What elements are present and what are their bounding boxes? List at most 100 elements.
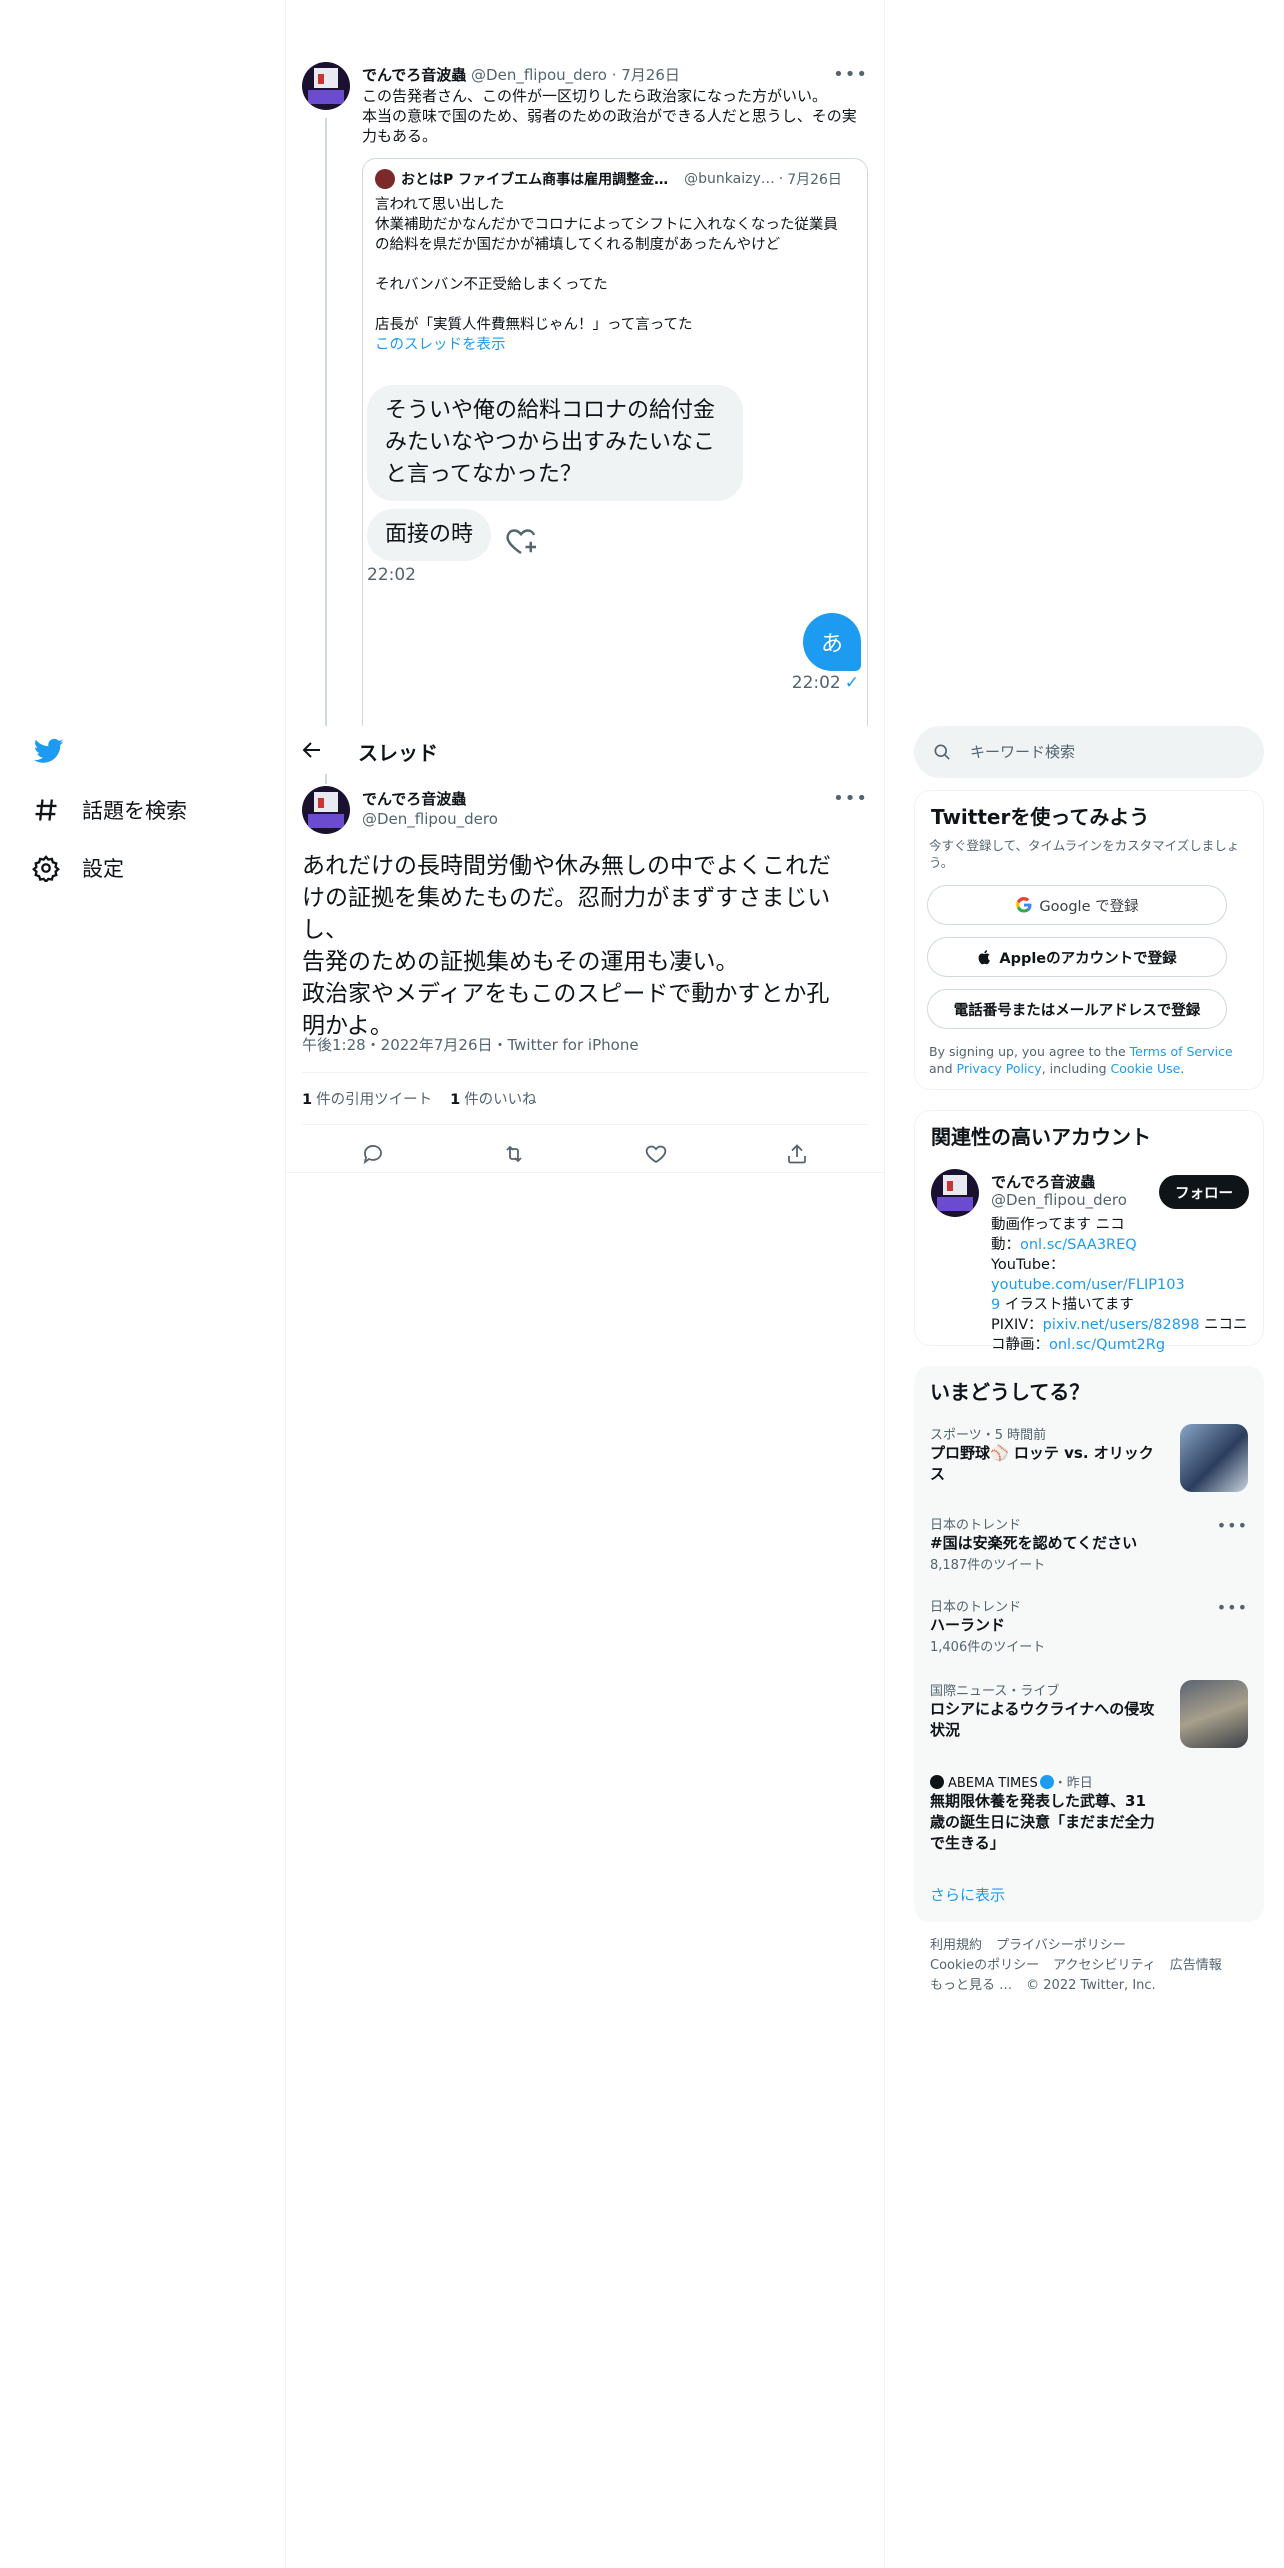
trend-source: ABEMA TIMES xyxy=(948,1776,1038,1791)
tweet-date[interactable]: 7月26日 xyxy=(621,66,680,84)
footer-link[interactable]: Cookieのポリシー xyxy=(930,1958,1039,1973)
separator-dot: · xyxy=(611,66,617,84)
likes-stat[interactable]: 1 件のいいね xyxy=(450,1088,537,1109)
retweet-icon[interactable] xyxy=(502,1142,526,1166)
separator-dot: · xyxy=(778,171,784,187)
phone-email-signup-label: 電話番号またはメールアドレスで登録 xyxy=(953,1002,1201,1019)
related-accounts-card: 関連性の高いアカウント でんでろ音波蟲 @Den_flipou_dero フォロ… xyxy=(914,1110,1264,1353)
avatar[interactable] xyxy=(931,1169,979,1217)
bio-text: ニコニ xyxy=(1199,1317,1248,1333)
related-title: 関連性の高いアカウント xyxy=(931,1125,1151,1149)
bio-link[interactable]: pixiv.net/users/82898 xyxy=(1043,1317,1200,1333)
terms-mid: , including xyxy=(1041,1061,1111,1076)
read-check-icon: ✓ xyxy=(844,673,859,693)
tweet-text-line: この告発者さん、この件が一区切りしたら政治家になった方がいい。 xyxy=(362,87,828,105)
trend-thumbnail xyxy=(1180,1680,1248,1748)
author-name[interactable]: でんでろ音波蟲 xyxy=(362,66,466,84)
tweet-text: あれだけの長時間労働や休み無しの中でよくこれだ けの証拠を集めたものだ。忍耐力が… xyxy=(302,850,868,1042)
thread-connector-line xyxy=(325,118,327,728)
bio-link[interactable]: onl.sc/SAA3REQ xyxy=(1020,1237,1137,1253)
trend-count: 1,406件のツイート xyxy=(930,1640,1046,1655)
bio-line: コ静画：onl.sc/Qumt2Rg xyxy=(991,1335,1251,1355)
tweet-meta[interactable]: 午後1:28・2022年7月26日・Twitter for iPhone xyxy=(302,1034,639,1055)
more-options-icon[interactable]: ••• xyxy=(1217,1598,1248,1617)
footer-link[interactable]: もっと見る … xyxy=(930,1978,1012,1993)
footer-row: Cookieのポリシー アクセシビリティ 広告情報 xyxy=(930,1956,1260,1976)
apple-icon xyxy=(978,950,991,965)
nav-settings[interactable]: 設定 xyxy=(32,848,124,888)
cookie-use-link[interactable]: Cookie Use xyxy=(1111,1061,1181,1076)
follow-button[interactable]: フォロー xyxy=(1159,1175,1249,1209)
author-handle[interactable]: @Den_flipou_dero xyxy=(471,66,607,84)
terms-of-service-link[interactable]: Terms of Service xyxy=(1130,1044,1233,1059)
more-options-icon[interactable]: ••• xyxy=(1217,1516,1248,1535)
footer-link[interactable]: 利用規約 xyxy=(930,1938,982,1953)
chat-bubble-sent: あ xyxy=(803,613,861,671)
google-signup-label: Google で登録 xyxy=(1039,898,1139,915)
author-handle[interactable]: @Den_flipou_dero xyxy=(362,810,498,828)
tweet-header: でんでろ音波蟲 @Den_flipou_dero · 7月26日 xyxy=(362,64,680,85)
bio-text: イラスト描いてます xyxy=(1000,1297,1134,1313)
thread-header: スレッド xyxy=(286,726,884,774)
heart-plus-icon xyxy=(506,529,536,555)
footer-link[interactable]: アクセシビリティ xyxy=(1053,1958,1156,1973)
more-options-icon[interactable]: ••• xyxy=(833,788,868,809)
footer-link[interactable]: プライバシーポリシー xyxy=(996,1938,1126,1953)
quoted-tweet-card[interactable]: おとはP ファイブエム商事は雇用調整金… @bunkaizy… · 7月26日 … xyxy=(362,158,868,728)
reply-icon[interactable] xyxy=(361,1142,385,1166)
divider xyxy=(302,1072,868,1073)
related-account-handle[interactable]: @Den_flipou_dero xyxy=(991,1191,1127,1209)
related-account-name[interactable]: でんでろ音波蟲 xyxy=(991,1171,1095,1192)
back-arrow-icon[interactable] xyxy=(300,738,324,762)
apple-signup-button[interactable]: Appleのアカウントで登録 xyxy=(927,937,1227,977)
quote-text-line xyxy=(375,255,861,275)
twitter-bird-icon[interactable] xyxy=(32,736,66,766)
author-name[interactable]: でんでろ音波蟲 xyxy=(362,788,466,809)
trend-title: ロシアによるウクライナへの侵攻状況 xyxy=(930,1700,1155,1739)
chat-bubble-received: 面接の時 xyxy=(367,509,492,561)
tweet-text-line: 政治家やメディアをもこのスピードで動かすとか孔 xyxy=(302,981,830,1007)
search-input[interactable] xyxy=(970,740,1240,764)
terms-end: . xyxy=(1180,1061,1185,1076)
google-signup-button[interactable]: Google で登録 xyxy=(927,885,1227,925)
privacy-policy-link[interactable]: Privacy Policy xyxy=(957,1061,1042,1076)
tweet-text-line: 本当の意味で国のため、弱者のための政治ができる人だと思うし、その実 xyxy=(362,107,857,125)
page-title: スレッド xyxy=(358,741,438,765)
quote-tweets-stat[interactable]: 1 件の引用ツイート xyxy=(302,1088,432,1109)
bio-line: 動：onl.sc/SAA3REQ xyxy=(991,1235,1251,1255)
trend-title: #国は安楽死を認めてください xyxy=(930,1534,1138,1552)
divider xyxy=(302,1124,868,1125)
show-more-link[interactable]: さらに表示 xyxy=(930,1884,1005,1905)
tweet-actions xyxy=(302,1134,868,1174)
like-icon[interactable] xyxy=(644,1142,668,1166)
share-icon[interactable] xyxy=(785,1142,809,1166)
trends-title: いまどうしてる？ xyxy=(930,1380,1090,1404)
avatar[interactable] xyxy=(302,786,350,834)
quote-date: 7月26日 xyxy=(787,172,842,188)
show-thread-link[interactable]: このスレッドを表示 xyxy=(375,335,861,355)
chat-timestamp-sent: 22:02 ✓ xyxy=(792,673,859,693)
more-options-icon[interactable]: ••• xyxy=(833,64,868,85)
avatar[interactable] xyxy=(302,62,350,110)
phone-email-signup-button[interactable]: 電話番号またはメールアドレスで登録 xyxy=(927,989,1227,1029)
bio-link[interactable]: onl.sc/Qumt2Rg xyxy=(1049,1337,1165,1353)
bio-line: YouTube： youtube.com/user/FLIP103 xyxy=(991,1255,1251,1295)
nav-explore-label: 話題を検索 xyxy=(82,799,187,823)
bio-link[interactable]: youtube.com/user/FLIP103 xyxy=(991,1277,1185,1293)
footer-link[interactable]: 広告情報 xyxy=(1170,1958,1222,1973)
bio-text: PIXIV： xyxy=(991,1317,1043,1333)
search-bar[interactable] xyxy=(914,726,1264,778)
bio-line: 動画作ってます ニコ xyxy=(991,1217,1125,1233)
trend-item[interactable]: ABEMA TIMES ・昨日 無期限休養を発表した武尊、31歳の誕生日に決意「ま… xyxy=(930,1772,1248,1854)
verified-badge-icon xyxy=(1039,1775,1054,1789)
trend-category: 日本のトレンド xyxy=(930,1600,1022,1615)
quote-author-handle: @bunkaizy… xyxy=(684,171,775,187)
trend-count: 8,187件のツイート xyxy=(930,1558,1046,1573)
nav-explore[interactable]: 話題を検索 xyxy=(32,790,187,830)
bio-link[interactable]: 9 xyxy=(991,1297,1000,1313)
trend-title: プロ野球⚾ ロッテ vs. オリックス xyxy=(930,1444,1154,1483)
trend-item[interactable]: 日本のトレンド #国は安楽死を認めてください 8,187件のツイート xyxy=(930,1514,1248,1573)
quote-text-line: それバンバン不正受給しまくってた xyxy=(375,277,608,293)
bio-text: YouTube： xyxy=(991,1257,1065,1273)
trend-item[interactable]: 日本のトレンド ハーランド 1,406件のツイート xyxy=(930,1596,1248,1655)
